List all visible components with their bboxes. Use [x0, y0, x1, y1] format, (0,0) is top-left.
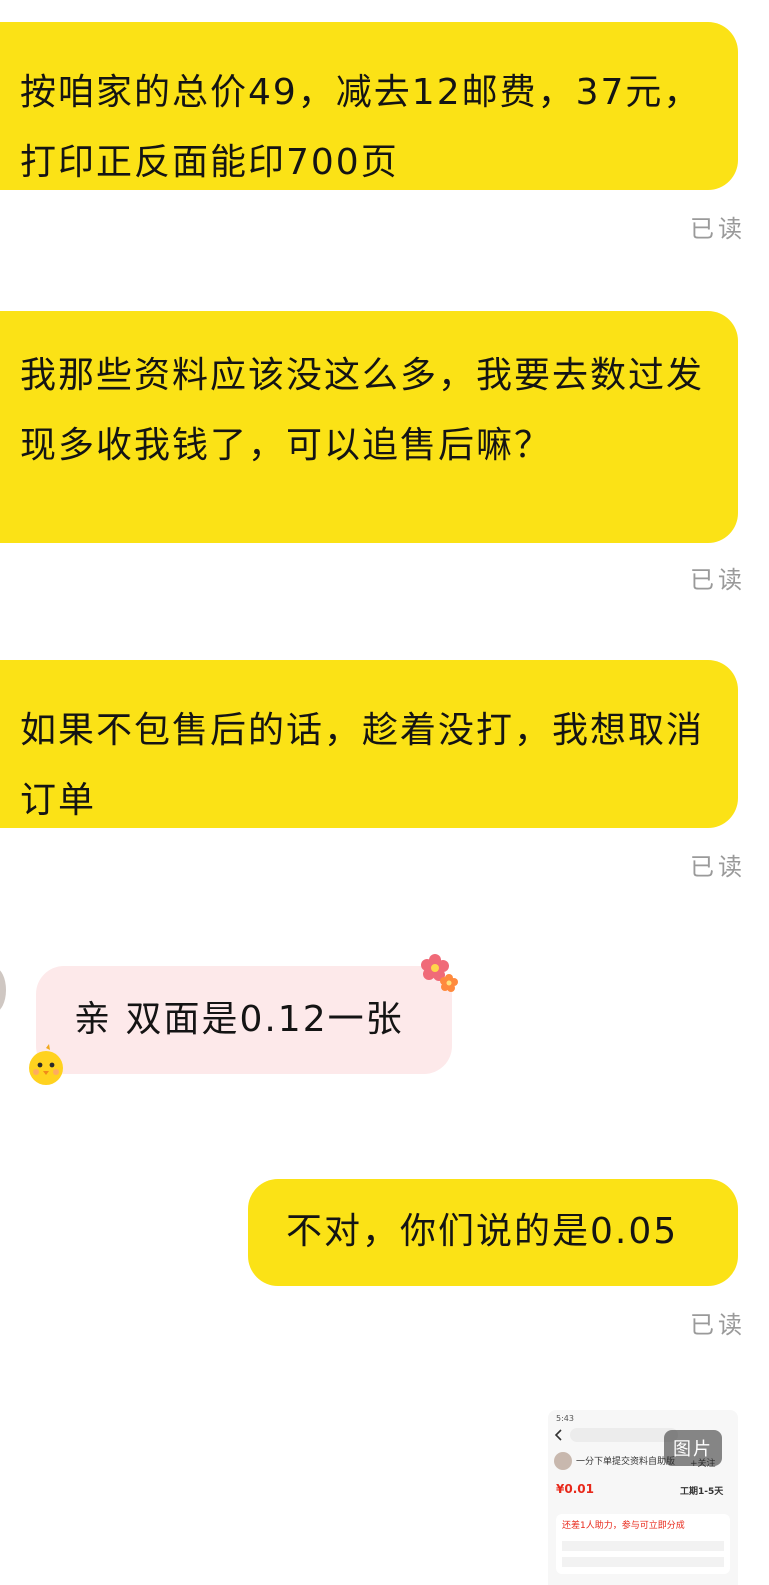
message-bubble-sent[interactable]: 我那些资料应该没这么多，我要去数过发现多收我钱了，可以追售后嘛？ — [0, 311, 738, 543]
mini-status-time: 5:43 — [556, 1414, 574, 1423]
message-bubble-sent[interactable]: 如果不包售后的话，趁着没打，我想取消订单 — [0, 660, 738, 828]
flower-icon — [421, 954, 458, 992]
avatar[interactable] — [0, 968, 6, 1012]
mini-avatar — [554, 1452, 572, 1470]
chevron-left-icon — [554, 1429, 562, 1441]
message-text: 亲 双面是0.12一张 — [74, 999, 404, 1040]
message-bubble-sent[interactable]: 不对，你们说的是0.05 — [248, 1179, 738, 1286]
mini-promo-line — [562, 1541, 724, 1551]
mini-promo-card: 还差1人助力，参与可立即分成 — [556, 1514, 730, 1574]
message-bubble-sent[interactable]: 按咱家的总价49，减去12邮费，37元，打印正反面能印700页 — [0, 22, 738, 190]
mini-delivery: 工期1-5天 — [680, 1487, 724, 1497]
read-status: 已读 — [690, 853, 746, 881]
message-text: 如果不包售后的话，趁着没打，我想取消订单 — [20, 710, 705, 821]
message-text: 按咱家的总价49，减去12邮费，37元，打印正反面能印700页 — [20, 72, 702, 183]
image-message[interactable]: 5:43 一分下单提交资料自助版 +关注 ¥0.01 工期1-5天 还差1人助力… — [548, 1410, 738, 1585]
mini-search-bar — [570, 1428, 678, 1442]
read-status: 已读 — [690, 566, 746, 594]
message-text: 不对，你们说的是0.05 — [286, 1211, 679, 1252]
mini-promo-text: 还差1人助力，参与可立即分成 — [562, 1521, 685, 1531]
mini-promo-line — [562, 1557, 724, 1567]
message-bubble-received[interactable]: 亲 双面是0.12一张 — [36, 966, 452, 1074]
read-status: 已读 — [690, 1311, 746, 1339]
image-badge: 图片 — [664, 1430, 722, 1466]
read-status: 已读 — [690, 215, 746, 243]
message-text: 我那些资料应该没这么多，我要去数过发现多收我钱了，可以追售后嘛？ — [20, 355, 705, 466]
chick-icon — [29, 1044, 63, 1085]
